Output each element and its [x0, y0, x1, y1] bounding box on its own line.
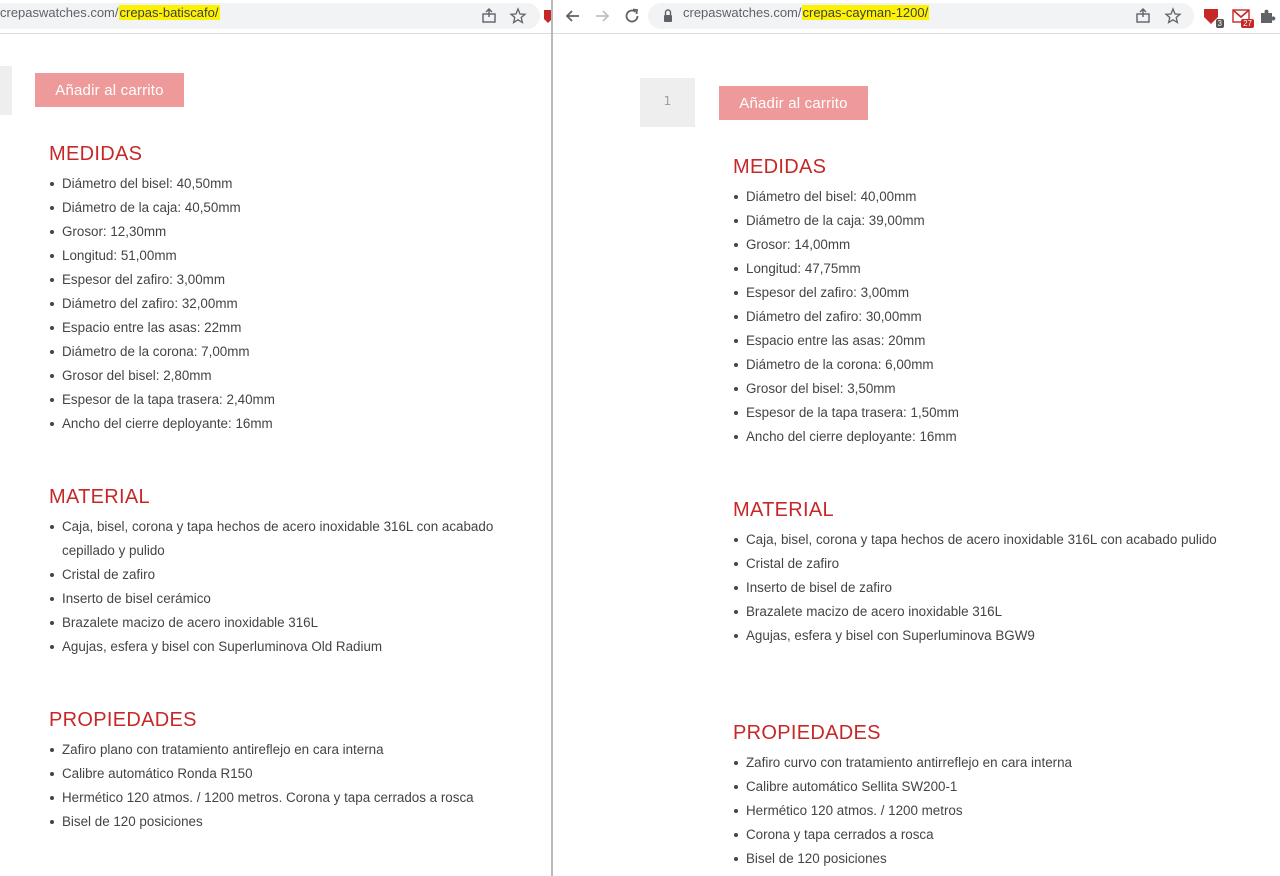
- section-title: MEDIDAS: [733, 156, 827, 178]
- add-to-cart-button[interactable]: Añadir al carrito: [35, 73, 184, 107]
- spec-item: Diámetro del zafiro: 30,00mm: [734, 305, 1226, 329]
- spec-item: Ancho del cierre deployante: 16mm: [50, 412, 542, 436]
- url-prefix: crepaswatches.com/: [0, 5, 119, 20]
- spec-item: Diámetro del bisel: 40,00mm: [734, 185, 1226, 209]
- right-browser-window: crepaswatches.com/crepas-cayman-1200/ 3 …: [553, 0, 1280, 876]
- section-title: MATERIAL: [733, 499, 834, 521]
- spec-item: Brazalete macizo de acero inoxidable 316…: [734, 600, 1226, 624]
- extensions-puzzle-icon[interactable]: [1257, 6, 1277, 26]
- url-text[interactable]: crepaswatches.com/crepas-cayman-1200/: [683, 5, 930, 20]
- share-icon[interactable]: [479, 6, 499, 26]
- spec-item: Inserto de bisel de zafiro: [734, 576, 1226, 600]
- spec-item: Bisel de 120 posiciones: [734, 847, 1226, 871]
- spec-item: Espesor del zafiro: 3,00mm: [734, 281, 1226, 305]
- url-highlight: crepas-cayman-1200/: [801, 5, 930, 20]
- spec-item: Bisel de 120 posiciones: [50, 810, 542, 834]
- spec-item: Longitud: 51,00mm: [50, 244, 542, 268]
- address-bar: crepaswatches.com/crepas-batiscafo/: [0, 0, 552, 34]
- section-material: MATERIAL Caja, bisel, corona y tapa hech…: [733, 498, 1226, 648]
- spec-item: Zafiro plano con tratamiento antireflejo…: [50, 738, 542, 762]
- spec-item: Agujas, esfera y bisel con Superluminova…: [50, 635, 542, 659]
- url-highlight: crepas-batiscafo/: [118, 5, 220, 20]
- quantity-input[interactable]: [0, 66, 12, 115]
- spec-item: Inserto de bisel cerámico: [50, 587, 542, 611]
- spec-item: Grosor: 14,00mm: [734, 233, 1226, 257]
- extension-shield-icon[interactable]: 3: [1201, 6, 1224, 28]
- spec-item: Grosor: 12,30mm: [50, 220, 542, 244]
- forward-arrow-icon[interactable]: [592, 6, 612, 26]
- mail-badge: 27: [1241, 19, 1254, 28]
- spec-item: Diámetro del bisel: 40,50mm: [50, 172, 542, 196]
- add-to-cart-button[interactable]: Añadir al carrito: [719, 86, 868, 120]
- spec-list: Diámetro del bisel: 40,50mm Diámetro de l…: [49, 172, 542, 436]
- left-browser-window: crepaswatches.com/crepas-batiscafo/ Añad…: [0, 0, 552, 876]
- reload-icon[interactable]: [622, 6, 642, 26]
- back-arrow-icon[interactable]: [563, 6, 583, 26]
- spec-list: Zafiro plano con tratamiento antireflejo…: [49, 738, 542, 834]
- section-title: PROPIEDADES: [49, 709, 197, 731]
- section-material: MATERIAL Caja, bisel, corona y tapa hech…: [49, 485, 542, 659]
- spec-item: Calibre automático Sellita SW200-1: [734, 775, 1226, 799]
- spec-item: Espesor de la tapa trasera: 1,50mm: [734, 401, 1226, 425]
- address-bar: crepaswatches.com/crepas-cayman-1200/ 3 …: [553, 0, 1280, 34]
- quantity-input[interactable]: 1: [640, 78, 695, 127]
- section-title: MATERIAL: [49, 486, 150, 508]
- spec-item: Cristal de zafiro: [50, 563, 542, 587]
- extension-badge: 3: [1215, 19, 1224, 28]
- spec-item: Longitud: 47,75mm: [734, 257, 1226, 281]
- spec-item: Espesor del zafiro: 3,00mm: [50, 268, 542, 292]
- spec-item: Zafiro curvo con tratamiento antirreflej…: [734, 751, 1226, 775]
- section-title: PROPIEDADES: [733, 722, 881, 744]
- spec-item: Grosor del bisel: 3,50mm: [734, 377, 1226, 401]
- spec-item: Espacio entre las asas: 22mm: [50, 316, 542, 340]
- bookmark-star-icon[interactable]: [1163, 6, 1183, 26]
- spec-item: Cristal de zafiro: [734, 552, 1226, 576]
- section-title: MEDIDAS: [49, 143, 143, 165]
- spec-item: Brazalete macizo de acero inoxidable 316…: [50, 611, 542, 635]
- spec-item: Espesor de la tapa trasera: 2,40mm: [50, 388, 542, 412]
- bookmark-star-icon[interactable]: [508, 6, 528, 26]
- section-medidas: MEDIDAS Diámetro del bisel: 40,50mm Diáme…: [49, 142, 542, 436]
- spec-item: Diámetro del zafiro: 32,00mm: [50, 292, 542, 316]
- spec-item: Caja, bisel, corona y tapa hechos de ace…: [50, 515, 542, 563]
- mail-icon[interactable]: 27: [1231, 6, 1254, 28]
- spec-item: Hermético 120 atmos. / 1200 metros: [734, 799, 1226, 823]
- url-text[interactable]: crepaswatches.com/crepas-batiscafo/: [0, 5, 220, 20]
- spec-list: Zafiro curvo con tratamiento antirreflej…: [733, 751, 1226, 871]
- spec-item: Diámetro de la caja: 39,00mm: [734, 209, 1226, 233]
- lock-icon[interactable]: [658, 6, 678, 26]
- spec-list: Caja, bisel, corona y tapa hechos de ace…: [49, 515, 542, 659]
- spec-item: Caja, bisel, corona y tapa hechos de ace…: [734, 528, 1226, 552]
- section-medidas: MEDIDAS Diámetro del bisel: 40,00mm Diáme…: [733, 155, 1226, 449]
- spec-item: Hermético 120 atmos. / 1200 metros. Coro…: [50, 786, 542, 810]
- spec-item: Grosor del bisel: 2,80mm: [50, 364, 542, 388]
- spec-item: Ancho del cierre deployante: 16mm: [734, 425, 1226, 449]
- spec-item: Diámetro de la corona: 6,00mm: [734, 353, 1226, 377]
- spec-list: Caja, bisel, corona y tapa hechos de ace…: [733, 528, 1226, 648]
- section-propiedades: PROPIEDADES Zafiro curvo con tratamiento…: [733, 721, 1226, 871]
- url-prefix: crepaswatches.com/: [683, 5, 802, 20]
- section-propiedades: PROPIEDADES Zafiro plano con tratamiento…: [49, 708, 542, 834]
- spec-item: Agujas, esfera y bisel con Superluminova…: [734, 624, 1226, 648]
- spec-item: Corona y tapa cerrados a rosca: [734, 823, 1226, 847]
- spec-item: Espacio entre las asas: 20mm: [734, 329, 1226, 353]
- share-icon[interactable]: [1133, 6, 1153, 26]
- spec-item: Diámetro de la caja: 40,50mm: [50, 196, 542, 220]
- spec-item: Calibre automático Ronda R150: [50, 762, 542, 786]
- spec-list: Diámetro del bisel: 40,00mm Diámetro de l…: [733, 185, 1226, 449]
- spec-item: Diámetro de la corona: 7,00mm: [50, 340, 542, 364]
